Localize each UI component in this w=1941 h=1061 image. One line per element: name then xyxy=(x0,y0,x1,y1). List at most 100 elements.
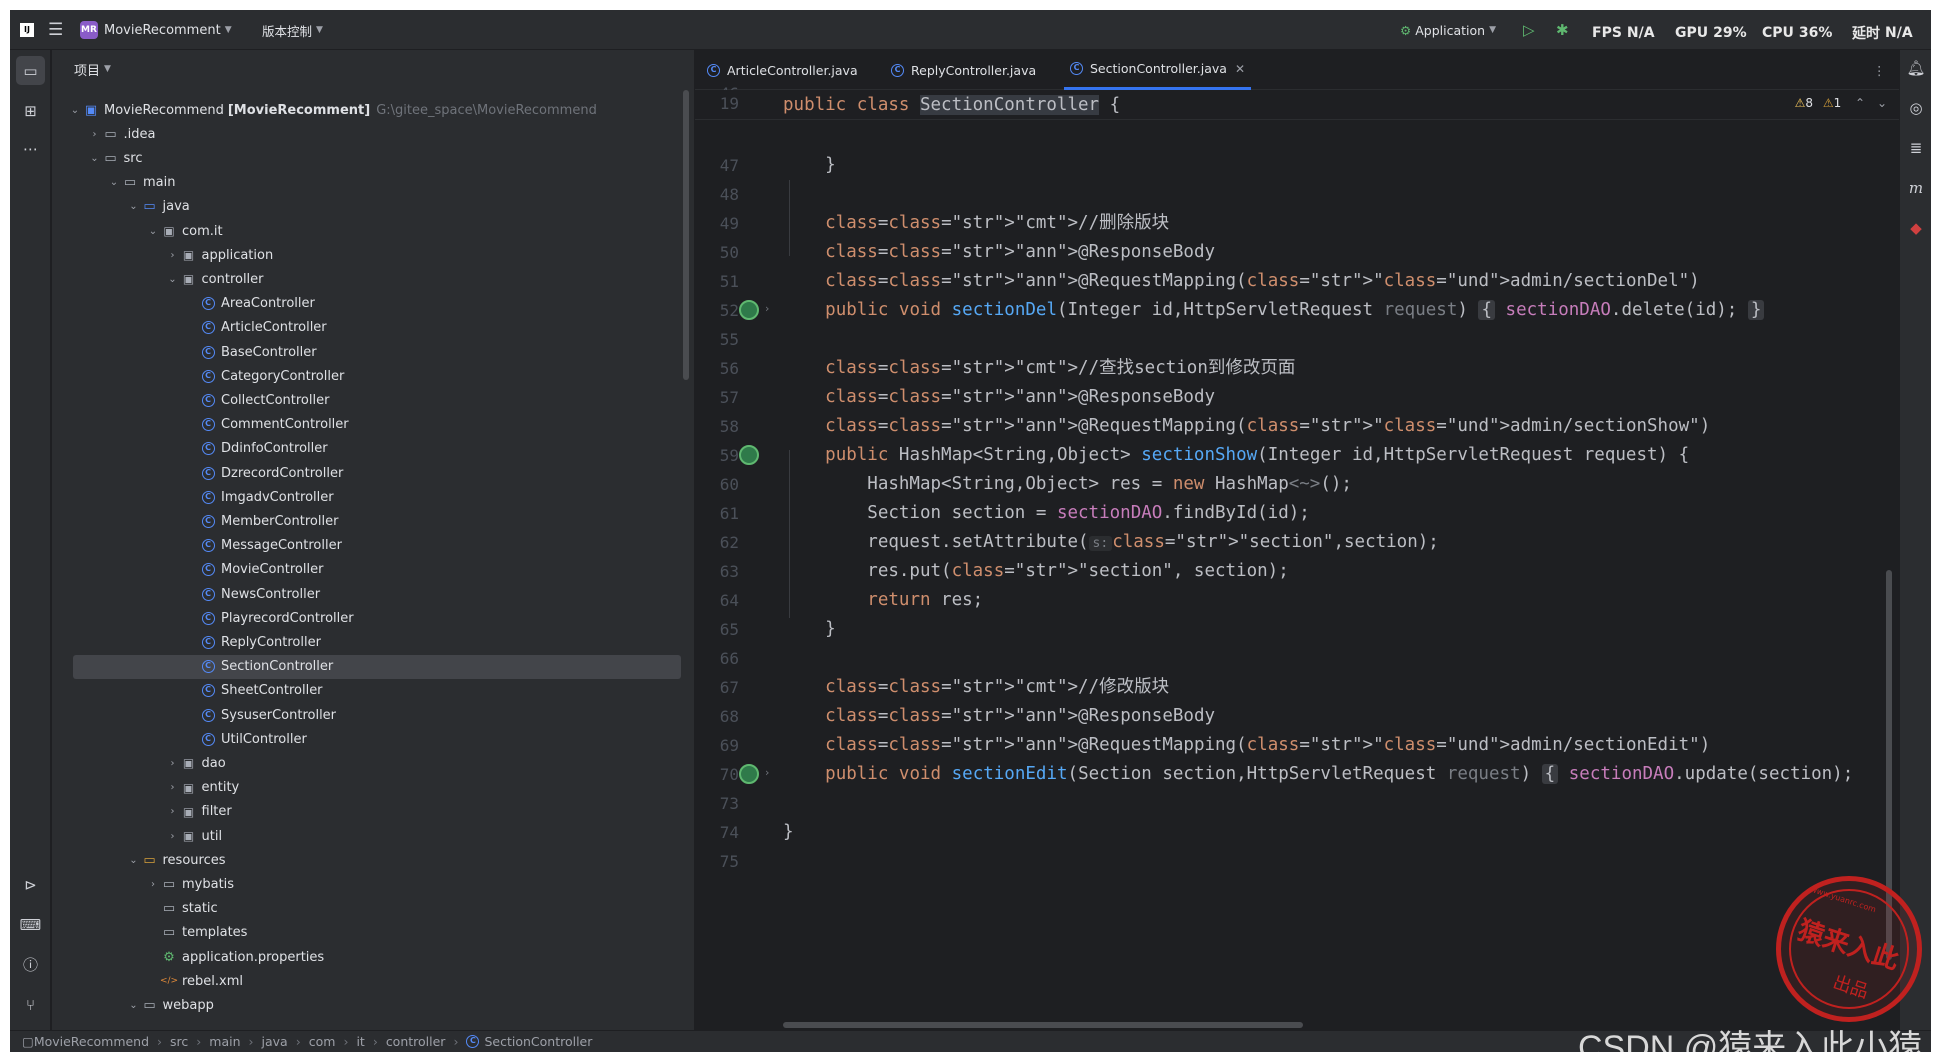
more-tools-icon[interactable]: ⋯ xyxy=(16,134,45,163)
web-endpoint-icon[interactable] xyxy=(739,764,759,784)
fold-icon[interactable]: › xyxy=(765,302,769,315)
project-panel-header[interactable]: 项目 ▼ xyxy=(52,50,694,88)
tree-item[interactable]: › ▣ entity xyxy=(52,776,694,800)
next-highlight-icon[interactable]: ⌄ xyxy=(1877,96,1887,110)
tree-item[interactable]: C PlayrecordController xyxy=(52,606,694,630)
tree-item[interactable]: › ▣ util xyxy=(52,824,694,848)
fold-icon[interactable]: › xyxy=(765,766,769,779)
chevron-right-icon[interactable]: › xyxy=(146,879,160,890)
code-line[interactable]: class=class="str">"ann">@ResponseBody xyxy=(783,703,1215,729)
chevron-down-icon[interactable]: ⌄ xyxy=(68,105,82,116)
tree-item[interactable]: C NewsController xyxy=(52,582,694,606)
sticky-header[interactable]: 19 public class SectionController { ⚠8 ⚠… xyxy=(695,90,1899,120)
chevron-down-icon[interactable]: ⌄ xyxy=(127,855,141,866)
project-scrollbar[interactable] xyxy=(683,90,689,380)
code-line[interactable]: class=class="str">"ann">@RequestMapping(… xyxy=(783,413,1710,439)
breadcrumb-item[interactable]: java xyxy=(262,1034,288,1049)
code-line[interactable]: } xyxy=(783,152,836,178)
breadcrumb-item[interactable]: it xyxy=(356,1034,364,1049)
chevron-right-icon[interactable]: › xyxy=(166,782,180,793)
breadcrumb-item[interactable]: com xyxy=(309,1034,336,1049)
maven-icon[interactable]: m xyxy=(1904,176,1928,200)
breadcrumb-item[interactable]: SectionController xyxy=(484,1034,592,1049)
editor-horizontal-scrollbar[interactable] xyxy=(783,1022,1303,1028)
git-icon[interactable]: ⑂ xyxy=(16,990,45,1019)
terminal-icon[interactable]: ⌨ xyxy=(16,910,45,939)
tree-item[interactable]: ⌄ ▭ java xyxy=(52,195,694,219)
tree-item[interactable]: C MovieController xyxy=(52,558,694,582)
breadcrumb-item[interactable]: controller xyxy=(386,1034,446,1049)
chevron-down-icon[interactable]: ⌄ xyxy=(146,226,160,237)
tree-item[interactable]: C ImgadvController xyxy=(52,485,694,509)
tree-item[interactable]: C ReplyController xyxy=(52,630,694,654)
tree-item[interactable]: ⚙ application.properties xyxy=(52,945,694,969)
code-line[interactable]: class=class="str">"ann">@RequestMapping(… xyxy=(783,268,1700,294)
web-endpoint-icon[interactable] xyxy=(739,445,759,465)
inspection-widget[interactable]: ⚠8 ⚠1 ⌃ ⌄ xyxy=(1795,96,1887,110)
tree-item[interactable]: › ▭ mybatis xyxy=(52,872,694,896)
close-icon[interactable]: ✕ xyxy=(1235,62,1245,76)
tree-item[interactable]: C SheetController xyxy=(52,679,694,703)
chevron-right-icon[interactable]: › xyxy=(88,129,102,140)
chevron-down-icon[interactable]: ⌄ xyxy=(127,1000,141,1011)
tree-item[interactable]: › ▣ application xyxy=(52,243,694,267)
tree-item[interactable]: ▭ static xyxy=(52,897,694,921)
code-line[interactable]: class=class="str">"cmt">//修改版块 xyxy=(783,674,1169,700)
tree-item[interactable]: C BaseController xyxy=(52,340,694,364)
services-icon[interactable]: ⊳ xyxy=(16,870,45,899)
app-logo-icon[interactable]: IJ xyxy=(20,10,34,50)
chevron-right-icon[interactable]: › xyxy=(166,758,180,769)
structure-icon[interactable]: ⊞ xyxy=(16,96,45,125)
tree-item[interactable]: C CommentController xyxy=(52,413,694,437)
code-line[interactable]: class=class="str">"ann">@RequestMapping(… xyxy=(783,732,1710,758)
debug-icon[interactable]: ✱ xyxy=(1556,10,1569,50)
main-menu-icon[interactable]: ☰ xyxy=(48,10,63,50)
code-line[interactable]: class=class="str">"ann">@ResponseBody xyxy=(783,239,1215,265)
code-line[interactable]: class=class="str">"cmt">//查找section到修改页面 xyxy=(783,355,1295,381)
tree-item[interactable]: C MemberController xyxy=(52,509,694,533)
tree-item[interactable]: ▭ templates xyxy=(52,921,694,945)
tree-item[interactable]: ⌄ ▣ com.it xyxy=(52,219,694,243)
tree-item[interactable]: ⌄ ▭ resources xyxy=(52,848,694,872)
vcs-menu[interactable]: 版本控制 ▼ xyxy=(262,10,323,50)
run-icon[interactable]: ▷ xyxy=(1523,10,1535,50)
code-line[interactable]: class=class="str">"cmt">//删除版块 xyxy=(783,210,1169,236)
chevron-right-icon[interactable]: › xyxy=(166,806,180,817)
previous-highlight-icon[interactable]: ⌃ xyxy=(1855,96,1865,110)
tree-item[interactable]: C CategoryController xyxy=(52,364,694,388)
code-line[interactable]: } xyxy=(783,616,836,642)
tree-item[interactable]: › ▣ dao xyxy=(52,751,694,775)
code-line[interactable]: public void sectionEdit(Section section,… xyxy=(783,761,1853,787)
tree-item[interactable]: ⌄ ▭ main xyxy=(52,171,694,195)
tab-options-icon[interactable]: ⋮ xyxy=(1873,50,1886,90)
code-line[interactable]: res.put(class="str">"section", section); xyxy=(783,558,1288,584)
problems-icon[interactable]: ⓘ xyxy=(16,950,45,979)
tree-item[interactable]: C SectionController xyxy=(73,654,681,679)
notifications-icon[interactable]: 🔔︎ xyxy=(1904,56,1928,80)
project-switcher[interactable]: MR MovieRecomment ▼ xyxy=(80,10,232,50)
ai-assistant-icon[interactable]: ◎ xyxy=(1904,96,1928,120)
breadcrumb-item[interactable]: MovieRecommend xyxy=(34,1034,149,1049)
tree-item[interactable]: C DdinfoController xyxy=(52,437,694,461)
chevron-right-icon[interactable]: › xyxy=(166,831,180,842)
web-endpoint-icon[interactable] xyxy=(739,300,759,320)
tree-item[interactable]: C UtilController xyxy=(52,727,694,751)
tree-item[interactable]: ⌄ ▣ controller xyxy=(52,267,694,291)
tree-item[interactable]: ⌄ ▭ webapp xyxy=(52,993,694,1017)
chevron-right-icon[interactable]: › xyxy=(166,250,180,261)
code-line[interactable]: request.setAttribute(s: class="str">"sect… xyxy=(783,529,1439,555)
tree-item[interactable]: C ArticleController xyxy=(52,316,694,340)
database-icon[interactable]: ≣ xyxy=(1904,136,1928,160)
tree-item[interactable]: C SysuserController xyxy=(52,703,694,727)
jrebel-icon[interactable]: ◆ xyxy=(1904,216,1928,240)
tree-item[interactable]: C DzrecordController xyxy=(52,461,694,485)
chevron-down-icon[interactable]: ⌄ xyxy=(88,153,102,164)
chevron-down-icon[interactable]: ⌄ xyxy=(107,177,121,188)
code-line[interactable]: class=class="str">"ann">@ResponseBody xyxy=(783,384,1215,410)
breadcrumb-item[interactable]: src xyxy=(170,1034,188,1049)
code-line[interactable]: public void sectionDel(Integer id,HttpSe… xyxy=(783,297,1765,323)
tree-item[interactable]: ⌄ ▣ MovieRecommend [MovieRecomment] G:\gite… xyxy=(52,98,694,122)
code-line[interactable]: return res; xyxy=(783,587,983,613)
code-line[interactable]: } xyxy=(783,819,794,845)
code-line[interactable]: HashMap<String,Object> res = new HashMap… xyxy=(783,471,1352,497)
